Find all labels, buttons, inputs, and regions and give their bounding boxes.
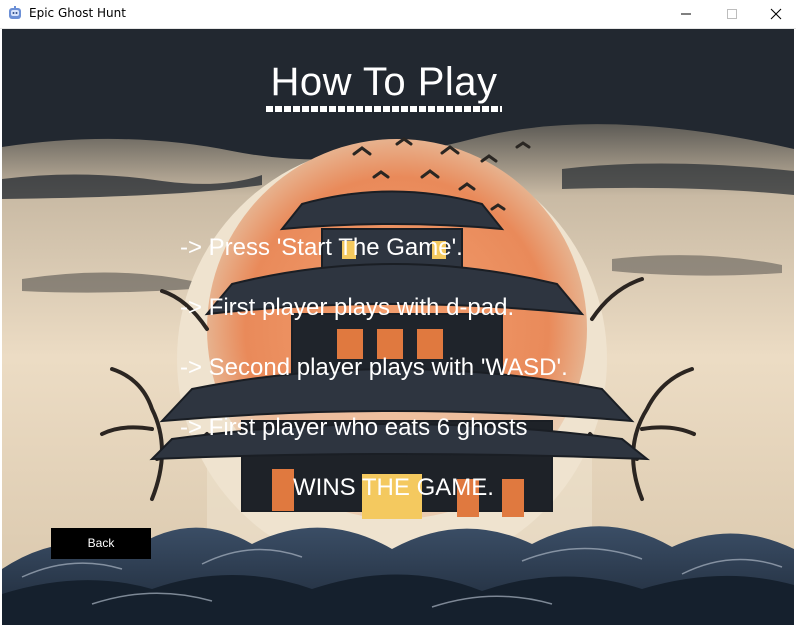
window-title: Epic Ghost Hunt <box>29 6 126 20</box>
minimize-icon <box>681 13 691 15</box>
maximize-button[interactable] <box>709 0 755 28</box>
instruction-line: -> Second player plays with 'WASD'. <box>180 354 568 381</box>
page-title: How To Play <box>270 60 498 104</box>
how-to-play-screen: How To Play -> Press 'Start The Game'. -… <box>2 29 794 625</box>
instruction-line: WINS THE GAME. <box>293 474 494 501</box>
close-button[interactable] <box>753 0 796 28</box>
minimize-button[interactable] <box>663 0 709 28</box>
back-button[interactable]: Back <box>51 528 151 559</box>
instruction-line: -> First player plays with d-pad. <box>180 294 515 321</box>
close-icon <box>770 8 782 20</box>
instruction-line: -> Press 'Start The Game'. <box>180 234 463 261</box>
title-bar[interactable]: Epic Ghost Hunt <box>0 0 796 29</box>
title-underline <box>266 106 502 112</box>
game-window: Epic Ghost Hunt How To Play -> Press 'St… <box>0 0 796 625</box>
app-icon <box>9 6 21 19</box>
maximize-icon <box>727 9 737 19</box>
instruction-line: -> First player who eats 6 ghosts <box>180 414 528 441</box>
